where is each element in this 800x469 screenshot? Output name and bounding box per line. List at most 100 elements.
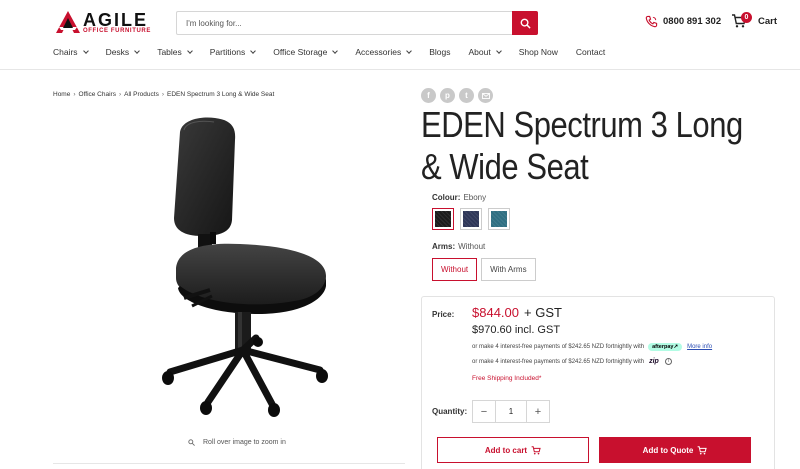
afterpay-line: or make 4 interest-free payments of $242…	[472, 343, 712, 351]
nav-item-label: Accessories	[355, 47, 402, 57]
chevron-down-icon	[332, 47, 339, 54]
site-header: AGILE OFFICE FURNITURE 0800 891 302 0 Ca…	[0, 0, 800, 70]
colour-swatch[interactable]	[488, 208, 510, 230]
colour-swatch[interactable]	[432, 208, 454, 230]
quantity-label: Quantity:	[432, 407, 468, 416]
breadcrumb-separator: ›	[161, 91, 164, 98]
afterpay-logo: afterpay↗	[648, 343, 683, 351]
pinterest-icon[interactable]: p	[440, 88, 455, 103]
breadcrumb-separator: ›	[73, 91, 76, 98]
swatch-fill	[491, 211, 507, 227]
nav-item-contact[interactable]: Contact	[576, 47, 605, 57]
chevron-down-icon	[406, 47, 413, 54]
quantity-input[interactable]: 1	[495, 401, 527, 422]
breadcrumb-separator: ›	[118, 91, 122, 98]
divider	[53, 463, 405, 464]
nav-item-about[interactable]: About	[468, 47, 502, 57]
quantity-decrease-button[interactable]: −	[473, 401, 495, 422]
logo-mark-icon	[56, 11, 80, 33]
chevron-down-icon	[82, 47, 89, 54]
breadcrumb-link[interactable]: Home	[53, 91, 70, 98]
colour-label: Colour:	[432, 193, 461, 202]
afterpay-more-info-link[interactable]: More info	[687, 344, 712, 350]
cart-label: Cart	[758, 16, 778, 27]
colour-value: Ebony	[463, 193, 487, 202]
breadcrumb: Home › Office Chairs › All Products › EDEN Spe…	[53, 91, 274, 98]
nav-item-partitions[interactable]: Partitions	[209, 47, 257, 57]
search-bar	[176, 11, 538, 35]
zip-logo: zip	[649, 358, 659, 365]
nav-item-label: Shop Now	[518, 47, 558, 57]
main-nav: Chairs Desks Tables Partitions Office Storag…	[53, 47, 605, 57]
chair-illustration	[162, 117, 328, 417]
afterpay-text: or make 4 interest-free payments of $242…	[472, 344, 645, 350]
chevron-down-icon	[134, 47, 141, 54]
product-image[interactable]	[140, 110, 350, 430]
brand-tagline: OFFICE FURNITURE	[83, 28, 151, 34]
colour-swatch[interactable]	[460, 208, 482, 230]
zoom-hint-text: Roll over image to zoom in	[203, 439, 286, 446]
price-label: Price:	[432, 310, 455, 319]
add-to-cart-button[interactable]: Add to cart	[437, 437, 589, 463]
phone-number: 0800 891 302	[663, 16, 722, 27]
nav-item-label: Contact	[575, 47, 606, 57]
zip-line: or make 4 interest-free payments of $242…	[472, 358, 672, 365]
nav-item-blogs[interactable]: Blogs	[429, 47, 450, 57]
phone-icon	[645, 15, 658, 28]
price-value: $844.00	[472, 305, 519, 320]
cart-count-badge: 0	[741, 12, 752, 23]
cart-icon	[697, 445, 708, 454]
brand-logo[interactable]: AGILE OFFICE FURNITURE	[55, 10, 155, 36]
facebook-icon[interactable]: f	[421, 88, 436, 103]
arms-value: Without	[458, 242, 486, 251]
add-to-quote-button[interactable]: Add to Quote	[599, 437, 751, 463]
nav-item-label: Chairs	[53, 47, 78, 57]
nav-item-shop-now[interactable]: Shop Now	[519, 47, 558, 57]
swatch-fill	[463, 211, 479, 227]
zip-text: or make 4 interest-free payments of $242…	[472, 358, 645, 365]
add-to-cart-label: Add to cart	[484, 445, 528, 455]
nav-item-label: Office Storage	[273, 47, 328, 57]
nav-item-label: Desks	[105, 47, 130, 57]
twitter-icon[interactable]: t	[459, 88, 474, 103]
search-button[interactable]	[512, 11, 538, 35]
breadcrumb-link[interactable]: All Products	[124, 91, 159, 98]
nav-item-tables[interactable]: Tables	[157, 47, 193, 57]
zoom-hint: Roll over image to zoom in	[188, 439, 286, 446]
chevron-down-icon	[495, 47, 502, 54]
free-shipping-note: Free Shipping Included*	[472, 375, 542, 382]
search-icon	[520, 18, 531, 29]
cart-link[interactable]: 0 Cart	[731, 12, 777, 29]
arms-option-without[interactable]: Without	[432, 258, 478, 281]
arms-options: Without With Arms	[432, 258, 536, 281]
nav-item-label: Partitions	[209, 47, 246, 57]
breadcrumb-link[interactable]: Office Chairs	[79, 91, 116, 98]
nav-item-label: Blogs	[429, 47, 451, 57]
quantity-increase-button[interactable]: +	[527, 401, 549, 422]
quantity-stepper: − 1 +	[472, 400, 550, 423]
chevron-down-icon	[186, 47, 193, 54]
cart-icon	[531, 445, 541, 454]
zoom-icon	[188, 439, 195, 446]
nav-item-chairs[interactable]: Chairs	[53, 47, 89, 57]
product-title: EDEN Spectrum 3 Long & Wide Seat	[421, 104, 743, 187]
arms-option-label: Arms: Without	[432, 242, 485, 251]
nav-item-office-storage[interactable]: Office Storage	[273, 47, 339, 57]
nav-item-accessories[interactable]: Accessories	[355, 47, 413, 57]
price-incl-gst: $970.60 incl. GST	[472, 324, 561, 336]
arms-option-with-arms[interactable]: With Arms	[481, 258, 536, 281]
colour-option-label: Colour: Ebony	[432, 193, 486, 202]
breadcrumb-current: EDEN Spectrum 3 Long & Wide Seat	[167, 91, 275, 98]
search-input[interactable]	[177, 12, 513, 34]
swatch-fill	[435, 211, 451, 227]
add-to-quote-label: Add to Quote	[642, 445, 694, 455]
info-icon[interactable]: i	[664, 358, 672, 365]
colour-swatches	[432, 208, 510, 230]
phone-contact[interactable]: 0800 891 302	[645, 15, 721, 28]
price-gst: + GST	[524, 305, 562, 320]
share-buttons: f p t	[421, 88, 493, 103]
nav-item-desks[interactable]: Desks	[105, 47, 141, 57]
chevron-down-icon	[250, 47, 257, 54]
price-panel: Price: $844.00 + GST $970.60 incl. GST o…	[421, 296, 775, 469]
email-icon[interactable]	[478, 88, 493, 103]
